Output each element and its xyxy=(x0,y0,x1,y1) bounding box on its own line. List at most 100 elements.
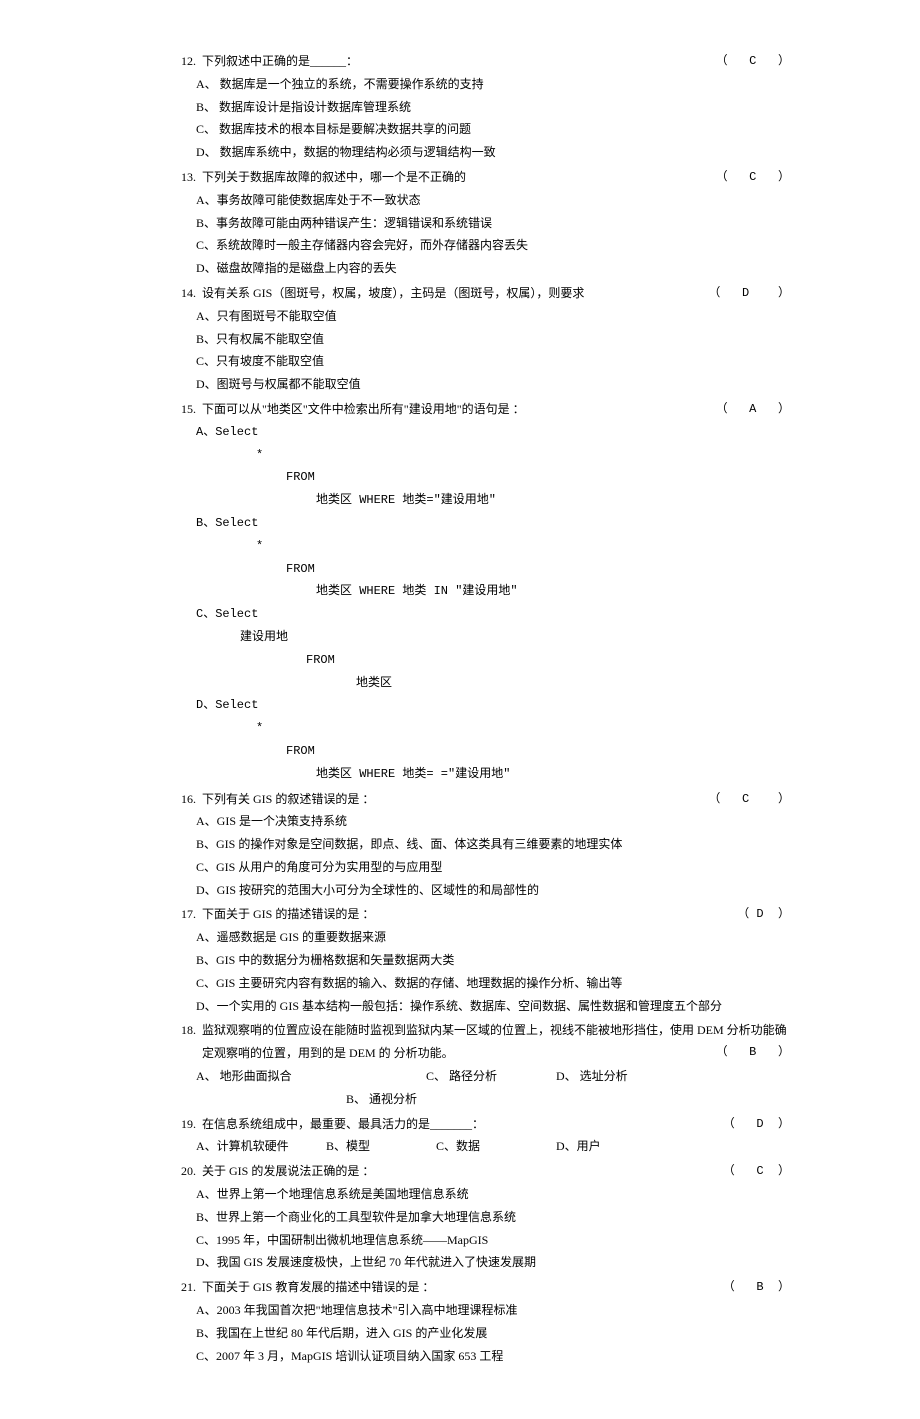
question-number: 21. xyxy=(170,1276,202,1299)
option-d: D、一个实用的 GIS 基本结构一般包括：操作系统、数据库、空间数据、属性数据和… xyxy=(196,995,790,1018)
option-c: C、系统故障时一般主存储器内容会完好，而外存储器内容丢失 xyxy=(196,234,790,257)
option-a: A、计算机软硬件 xyxy=(196,1135,326,1158)
sql-line: * xyxy=(196,717,790,740)
options-list: A、GIS 是一个决策支持系统 B、GIS 的操作对象是空间数据，即点、线、面、… xyxy=(170,810,790,901)
question-number: 12. xyxy=(170,50,202,73)
answer-mark: （ C ） xyxy=(716,166,790,189)
option-d: D、 选址分析 xyxy=(556,1065,628,1088)
answer-mark: （ B ） xyxy=(723,1276,790,1299)
answer-mark: （ C ） xyxy=(723,1160,790,1183)
option-b: B、事务故障可能由两种错误产生：逻辑错误和系统错误 xyxy=(196,212,790,235)
option-b: B、我国在上世纪 80 年代后期，进入 GIS 的产业化发展 xyxy=(196,1322,790,1345)
option-b: B、GIS 的操作对象是空间数据，即点、线、面、体这类具有三维要素的地理实体 xyxy=(196,833,790,856)
options-list: A、Select * FROM 地类区 WHERE 地类="建设用地" B、Se… xyxy=(170,421,790,786)
question-17: 17. 下面关于 GIS 的描述错误的是 ： （ D ） A、遥感数据是 GIS… xyxy=(170,903,790,1017)
option-a: A、 地形曲面拟合 xyxy=(196,1065,426,1088)
options-list: A、世界上第一个地理信息系统是美国地理信息系统 B、世界上第一个商业化的工具型软… xyxy=(170,1183,790,1274)
question-stem: 下列关于数据库故障的叙述中，哪一个是不正确的 xyxy=(202,166,790,189)
option-c: C、GIS 从用户的角度可分为实用型的与应用型 xyxy=(196,856,790,879)
sql-line: 地类区 xyxy=(196,672,790,695)
option-c: C、GIS 主要研究内容有数据的输入、数据的存储、地理数据的操作分析、输出等 xyxy=(196,972,790,995)
option-c: C、 数据库技术的根本目标是要解决数据共享的问题 xyxy=(196,118,790,141)
question-number: 16. xyxy=(170,788,202,811)
question-stem: 下面关于 GIS 的描述错误的是 ： xyxy=(202,903,790,926)
option-a: A、2003 年我国首次把"地理信息技术"引入高中地理课程标准 xyxy=(196,1299,790,1322)
question-number: 19. xyxy=(170,1113,202,1136)
option-b: B、模型 xyxy=(326,1135,436,1158)
question-number: 18. xyxy=(170,1019,202,1042)
options-list: A、遥感数据是 GIS 的重要数据来源 B、GIS 中的数据分为栅格数据和矢量数… xyxy=(170,926,790,1017)
question-stem: 下面关于 GIS 教育发展的描述中错误的是 ： xyxy=(202,1276,790,1299)
option-c: C、2007 年 3 月，MapGIS 培训认证项目纳入国家 653 工程 xyxy=(196,1345,790,1368)
option-a: A、只有图斑号不能取空值 xyxy=(196,305,790,328)
option-b: B、世界上第一个商业化的工具型软件是加拿大地理信息系统 xyxy=(196,1206,790,1229)
option-d: D、图斑号与权属都不能取空值 xyxy=(196,373,790,396)
answer-mark: （ A ） xyxy=(716,398,790,421)
option-c: C、数据 xyxy=(436,1135,556,1158)
option-d: D、用户 xyxy=(556,1135,601,1158)
question-stem: 关于 GIS 的发展说法正确的是 ： xyxy=(202,1160,790,1183)
question-number: 14. xyxy=(170,282,202,305)
option-a: A、GIS 是一个决策支持系统 xyxy=(196,810,790,833)
option-d: D、我国 GIS 发展速度极快，上世纪 70 年代就进入了快速发展期 xyxy=(196,1251,790,1274)
sql-line: 地类区 WHERE 地类="建设用地" xyxy=(196,489,790,512)
question-stem: 下面可以从"地类区"文件中检索出所有"建设用地"的语句是 ： xyxy=(202,398,790,421)
option-b: B、只有权属不能取空值 xyxy=(196,328,790,351)
question-18: 18. 监狱观察哨的位置应设在能随时监视到监狱内某一区域的位置上，视线不能被地形… xyxy=(170,1019,790,1110)
options-list: A、计算机软硬件 B、模型 C、数据 D、用户 xyxy=(170,1135,790,1158)
answer-mark: （ C ） xyxy=(708,788,790,811)
question-13: 13. 下列关于数据库故障的叙述中，哪一个是不正确的 （ C ） A、事务故障可… xyxy=(170,166,790,280)
options-list: A、2003 年我国首次把"地理信息技术"引入高中地理课程标准 B、我国在上世纪… xyxy=(170,1299,790,1367)
question-14: 14. 设有关系 GIS（图斑号，权属，坡度），主码是（图斑号，权属），则要求 … xyxy=(170,282,790,396)
option-b: B、Select xyxy=(196,512,790,535)
sql-line: FROM xyxy=(196,466,790,489)
question-15: 15. 下面可以从"地类区"文件中检索出所有"建设用地"的语句是 ： （ A ）… xyxy=(170,398,790,786)
question-number: 17. xyxy=(170,903,202,926)
option-c: C、Select xyxy=(196,603,790,626)
sql-line: * xyxy=(196,535,790,558)
sql-line: FROM xyxy=(196,649,790,672)
answer-mark: （ D ） xyxy=(708,282,790,305)
option-c: C、 路径分析 xyxy=(426,1065,556,1088)
options-list: A、 地形曲面拟合 C、 路径分析 D、 选址分析 B、 通视分析 xyxy=(170,1065,790,1111)
sql-line: FROM xyxy=(196,740,790,763)
answer-mark: （ B ） xyxy=(716,1041,790,1064)
question-19: 19. 在信息系统组成中，最重要、最具活力的是_______： （ D ） A、… xyxy=(170,1113,790,1159)
question-16: 16. 下列有关 GIS 的叙述错误的是 ： （ C ） A、GIS 是一个决策… xyxy=(170,788,790,902)
sql-line: 地类区 WHERE 地类= ="建设用地" xyxy=(196,763,790,786)
option-b: B、GIS 中的数据分为栅格数据和矢量数据两大类 xyxy=(196,949,790,972)
option-c: C、只有坡度不能取空值 xyxy=(196,350,790,373)
option-a: A、世界上第一个地理信息系统是美国地理信息系统 xyxy=(196,1183,790,1206)
option-a: A、 数据库是一个独立的系统，不需要操作系统的支持 xyxy=(196,73,790,96)
options-list: A、 数据库是一个独立的系统，不需要操作系统的支持 B、 数据库设计是指设计数据… xyxy=(170,73,790,164)
question-12: 12. 下列叙述中正确的是______： （ C ） A、 数据库是一个独立的系… xyxy=(170,50,790,164)
question-number: 15. xyxy=(170,398,202,421)
sql-line: 建设用地 xyxy=(196,626,790,649)
option-d: D、磁盘故障指的是磁盘上内容的丢失 xyxy=(196,257,790,280)
options-list: A、只有图斑号不能取空值 B、只有权属不能取空值 C、只有坡度不能取空值 D、图… xyxy=(170,305,790,396)
question-21: 21. 下面关于 GIS 教育发展的描述中错误的是 ： （ B ） A、2003… xyxy=(170,1276,790,1367)
question-stem: 下列叙述中正确的是______： xyxy=(202,50,790,73)
option-a: A、遥感数据是 GIS 的重要数据来源 xyxy=(196,926,790,949)
option-a: A、事务故障可能使数据库处于不一致状态 xyxy=(196,189,790,212)
question-20: 20. 关于 GIS 的发展说法正确的是 ： （ C ） A、世界上第一个地理信… xyxy=(170,1160,790,1274)
sql-line: * xyxy=(196,444,790,467)
option-b: B、 通视分析 xyxy=(346,1088,417,1111)
question-stem: 监狱观察哨的位置应设在能随时监视到监狱内某一区域的位置上，视线不能被地形挡住，使… xyxy=(202,1019,790,1065)
option-d: D、GIS 按研究的范围大小可分为全球性的、区域性的和局部性的 xyxy=(196,879,790,902)
question-stem: 下列有关 GIS 的叙述错误的是 ： xyxy=(202,788,790,811)
option-b: B、 数据库设计是指设计数据库管理系统 xyxy=(196,96,790,119)
option-d: D、 数据库系统中，数据的物理结构必须与逻辑结构一致 xyxy=(196,141,790,164)
option-a: A、Select xyxy=(196,421,790,444)
question-stem: 设有关系 GIS（图斑号，权属，坡度），主码是（图斑号，权属），则要求 xyxy=(202,282,790,305)
answer-mark: （ D ） xyxy=(737,903,790,926)
option-d: D、Select xyxy=(196,694,790,717)
options-list: A、事务故障可能使数据库处于不一致状态 B、事务故障可能由两种错误产生：逻辑错误… xyxy=(170,189,790,280)
answer-mark: （ C ） xyxy=(716,50,790,73)
question-stem: 在信息系统组成中，最重要、最具活力的是_______： xyxy=(202,1113,790,1136)
sql-line: FROM xyxy=(196,558,790,581)
question-number: 13. xyxy=(170,166,202,189)
answer-mark: （ D ） xyxy=(723,1113,790,1136)
question-number: 20. xyxy=(170,1160,202,1183)
sql-line: 地类区 WHERE 地类 IN "建设用地" xyxy=(196,580,790,603)
